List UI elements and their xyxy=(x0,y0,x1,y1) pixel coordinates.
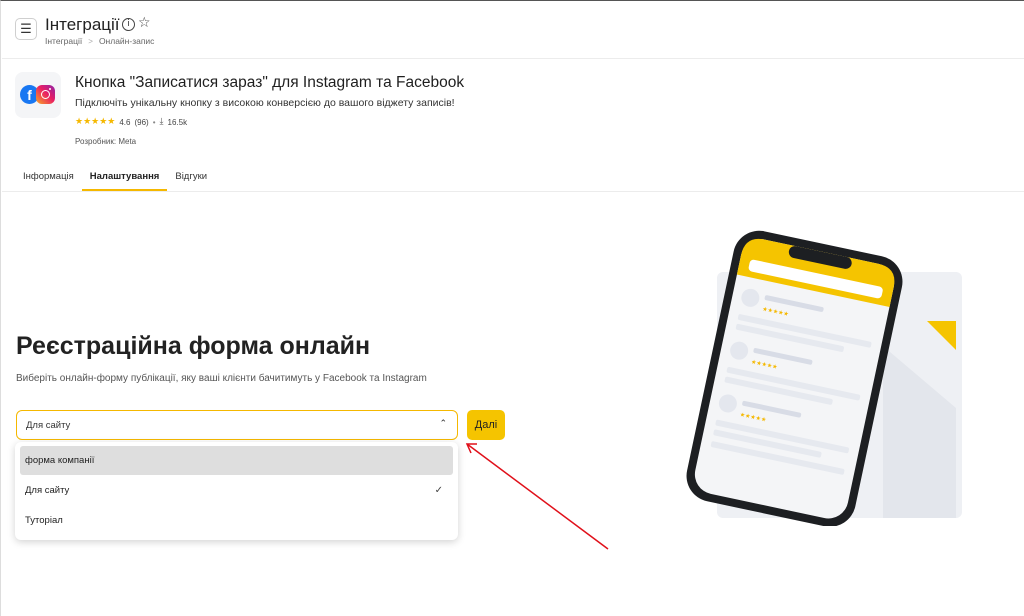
select-dropdown: форма компанії Для сайту ✓ Туторіал xyxy=(15,442,458,540)
rating-row: ★★★★★ 4.6 (96) • ⤓ 16.5k xyxy=(75,117,187,127)
tab-reviews[interactable]: Відгуки xyxy=(167,165,215,191)
rating-stars-icon: ★★★★★ xyxy=(75,117,116,127)
app-logo: f xyxy=(15,72,61,118)
menu-button[interactable]: ☰ xyxy=(15,18,37,40)
downloads-count: 16.5k xyxy=(167,117,188,127)
header-divider xyxy=(2,58,1024,59)
app-description: Підключіть унікальну кнопку з високою ко… xyxy=(75,97,455,109)
section-heading: Реєстраційна форма онлайн xyxy=(16,332,371,360)
arrow-line xyxy=(466,443,609,550)
instagram-icon xyxy=(36,85,55,104)
chevron-right-icon: > xyxy=(88,36,93,46)
developer-label: Розробник: Meta xyxy=(75,137,137,146)
section-subtitle: Виберіть онлайн-форму публікації, яку ва… xyxy=(16,373,427,384)
separator-dot: • xyxy=(152,117,156,127)
tab-settings[interactable]: Налаштування xyxy=(81,165,168,191)
form-select[interactable]: Для сайту ⌃ xyxy=(16,410,458,440)
check-icon: ✓ xyxy=(434,485,443,496)
arrow-head-icon xyxy=(465,443,477,454)
rating-value: 4.6 xyxy=(119,117,131,127)
phone-illustration: ★★★★★ ★★★★★ ★★★★★ xyxy=(686,230,962,526)
breadcrumb-item-online-booking[interactable]: Онлайн-запис xyxy=(99,36,155,46)
hamburger-icon: ☰ xyxy=(20,21,32,36)
breadcrumb: Інтеграції > Онлайн-запис xyxy=(45,36,154,46)
option-label: Туторіал xyxy=(25,515,63,526)
download-icon: ⤓ xyxy=(159,117,164,127)
app-window: ☰ Інтеграції i ☆ Інтеграції > Онлайн-зап… xyxy=(0,0,1024,616)
option-company-form[interactable]: форма компанії xyxy=(20,446,453,475)
chevron-up-icon: ⌃ xyxy=(439,419,447,429)
tabs-divider xyxy=(2,191,1024,192)
tab-information[interactable]: Інформація xyxy=(15,165,82,191)
info-icon[interactable]: i xyxy=(122,18,135,31)
option-for-site[interactable]: Для сайту ✓ xyxy=(20,476,453,505)
breadcrumb-item-integrations[interactable]: Інтеграції xyxy=(45,36,82,46)
option-label: Для сайту xyxy=(25,485,70,496)
reviews-count: (96) xyxy=(134,117,149,127)
app-title: Кнопка "Записатися зараз" для Instagram … xyxy=(75,74,465,91)
tab-bar: Інформація Налаштування Відгуки xyxy=(15,165,215,191)
option-label: форма компанії xyxy=(25,455,95,466)
favorite-star-icon[interactable]: ☆ xyxy=(138,15,151,31)
next-button[interactable]: Далі xyxy=(467,410,505,440)
select-value: Для сайту xyxy=(26,420,71,431)
option-tutorial[interactable]: Туторіал xyxy=(20,506,453,535)
page-title: Інтеграції xyxy=(45,15,120,34)
